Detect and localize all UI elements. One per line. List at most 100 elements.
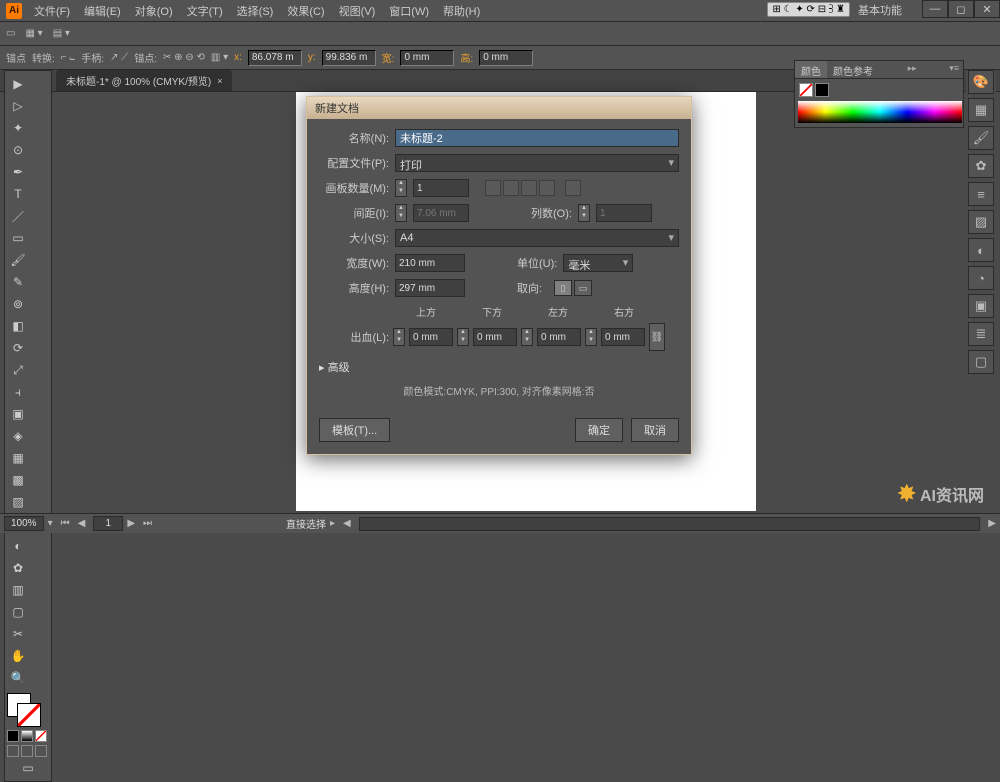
minimize-button[interactable]: —: [922, 0, 948, 18]
symbol-tool[interactable]: ✿: [8, 558, 28, 578]
bleed-bottom-stepper[interactable]: ▲▼: [457, 328, 469, 346]
transparency-icon[interactable]: ◐: [968, 238, 994, 262]
menu-object[interactable]: 对象(O): [129, 1, 179, 21]
units-select[interactable]: 毫米: [563, 254, 633, 272]
line-tool[interactable]: ／: [8, 206, 28, 226]
draw-behind[interactable]: [21, 745, 33, 757]
arrange-icon[interactable]: ▦ ▾: [25, 28, 42, 39]
color-box[interactable]: [7, 693, 47, 727]
menu-help[interactable]: 帮助(H): [437, 1, 486, 21]
width-input[interactable]: [395, 254, 465, 272]
document-tab[interactable]: 未标题-1* @ 100% (CMYK/预览) ×: [56, 70, 232, 91]
brushes-icon[interactable]: 🖌: [968, 126, 994, 150]
mesh-tool[interactable]: ▩: [8, 470, 28, 490]
graph-tool[interactable]: ▥: [8, 580, 28, 600]
scale-tool[interactable]: ⤢: [8, 360, 28, 380]
bleed-right-input[interactable]: [601, 328, 645, 346]
none-mode[interactable]: [35, 730, 47, 742]
cancel-button[interactable]: 取消: [631, 418, 679, 442]
bleed-top-input[interactable]: [409, 328, 453, 346]
brush-tool[interactable]: 🖌: [8, 250, 28, 270]
menu-window[interactable]: 窗口(W): [383, 1, 435, 21]
scroll-left-icon[interactable]: ◀: [339, 518, 355, 529]
stroke-swatch[interactable]: [17, 703, 41, 727]
essentials-toolbar[interactable]: ⊞ ☾ ✦ ⟳ ⊟ ⫖ ♜: [767, 2, 850, 17]
shape-builder-tool[interactable]: ◈: [8, 426, 28, 446]
name-input[interactable]: [395, 129, 679, 147]
type-tool[interactable]: T: [8, 184, 28, 204]
bleed-bottom-input[interactable]: [473, 328, 517, 346]
menu-edit[interactable]: 编辑(E): [78, 1, 127, 21]
draw-inside[interactable]: [35, 745, 47, 757]
close-button[interactable]: ✕: [974, 0, 1000, 18]
advanced-toggle[interactable]: 高级: [319, 359, 679, 375]
x-field[interactable]: [248, 50, 302, 66]
horizontal-scrollbar[interactable]: [359, 517, 981, 531]
col-icon[interactable]: [539, 180, 555, 196]
nav-first-icon[interactable]: ⏮: [57, 518, 74, 529]
rectangle-tool[interactable]: ▭: [8, 228, 28, 248]
zoom-field[interactable]: 100%: [4, 516, 44, 531]
gradient-mode[interactable]: [21, 730, 33, 742]
artboards-icon[interactable]: ▢: [968, 350, 994, 374]
zoom-tool[interactable]: 🔍: [8, 668, 28, 688]
portrait-icon[interactable]: ▯: [554, 280, 572, 296]
draw-normal[interactable]: [7, 745, 19, 757]
pencil-tool[interactable]: ✎: [8, 272, 28, 292]
symbols-icon[interactable]: ✿: [968, 154, 994, 178]
zoom-dropdown-icon[interactable]: ▾: [44, 518, 57, 529]
link-bleed-icon[interactable]: ⛓: [649, 323, 665, 351]
align-icons[interactable]: ▥ ▾: [211, 52, 228, 63]
close-tab-icon[interactable]: ×: [217, 76, 222, 86]
slice-tool[interactable]: ✂: [8, 624, 28, 644]
bleed-right-stepper[interactable]: ▲▼: [585, 328, 597, 346]
magic-wand-tool[interactable]: ✦: [8, 118, 28, 138]
rotate-tool[interactable]: ⟳: [8, 338, 28, 358]
black-swatch[interactable]: [815, 83, 829, 97]
screen-mode[interactable]: ▭: [8, 758, 48, 778]
nav-next-icon[interactable]: ▶: [123, 518, 139, 529]
color-mode[interactable]: [7, 730, 19, 742]
anchor-icons[interactable]: ✂ ⊕ ⊖ ⟲: [163, 52, 205, 63]
collapse-panel-icon[interactable]: ▸▸: [904, 61, 921, 78]
handle-icon[interactable]: ↗ ⟋: [110, 52, 128, 63]
color-icon[interactable]: 🎨: [968, 70, 994, 94]
menu-view[interactable]: 视图(V): [333, 1, 382, 21]
gradient-tool[interactable]: ▨: [8, 492, 28, 512]
layers-icon[interactable]: ≣: [968, 322, 994, 346]
artboards-input[interactable]: [413, 179, 469, 197]
blob-tool[interactable]: ⊚: [8, 294, 28, 314]
view-icon[interactable]: ▤ ▾: [53, 28, 70, 39]
appearance-icon[interactable]: ◔: [968, 266, 994, 290]
tab-color-guide[interactable]: 颜色参考: [827, 61, 879, 78]
artboard-tool[interactable]: ▢: [8, 602, 28, 622]
lasso-tool[interactable]: ⊙: [8, 140, 28, 160]
free-transform-tool[interactable]: ▣: [8, 404, 28, 424]
none-swatch[interactable]: [799, 83, 813, 97]
nav-prev-icon[interactable]: ◀: [74, 518, 90, 529]
template-button[interactable]: 模板(T)...: [319, 418, 390, 442]
color-spectrum[interactable]: [798, 101, 962, 123]
y-field[interactable]: [322, 50, 376, 66]
width-tool[interactable]: ⫞: [8, 382, 28, 402]
bleed-top-stepper[interactable]: ▲▼: [393, 328, 405, 346]
workspace-switcher[interactable]: 基本功能: [858, 2, 902, 18]
graphic-styles-icon[interactable]: ▣: [968, 294, 994, 318]
menu-file[interactable]: 文件(F): [28, 1, 76, 21]
panel-menu-icon[interactable]: ▾≡: [945, 61, 963, 78]
nav-last-icon[interactable]: ⏭: [139, 518, 156, 529]
height-input[interactable]: [395, 279, 465, 297]
selection-tool[interactable]: ▶: [8, 74, 28, 94]
menu-select[interactable]: 选择(S): [231, 1, 280, 21]
bleed-left-input[interactable]: [537, 328, 581, 346]
scroll-right-icon[interactable]: ▶: [984, 518, 1000, 529]
direct-selection-tool[interactable]: ▷: [8, 96, 28, 116]
ok-button[interactable]: 确定: [575, 418, 623, 442]
menu-effect[interactable]: 效果(C): [281, 1, 330, 21]
perspective-tool[interactable]: ▦: [8, 448, 28, 468]
size-select[interactable]: A4: [395, 229, 679, 247]
eraser-tool[interactable]: ◧: [8, 316, 28, 336]
arrow-icon[interactable]: [565, 180, 581, 196]
swatches-icon[interactable]: ▦: [968, 98, 994, 122]
blend-tool[interactable]: ◐: [8, 536, 28, 556]
